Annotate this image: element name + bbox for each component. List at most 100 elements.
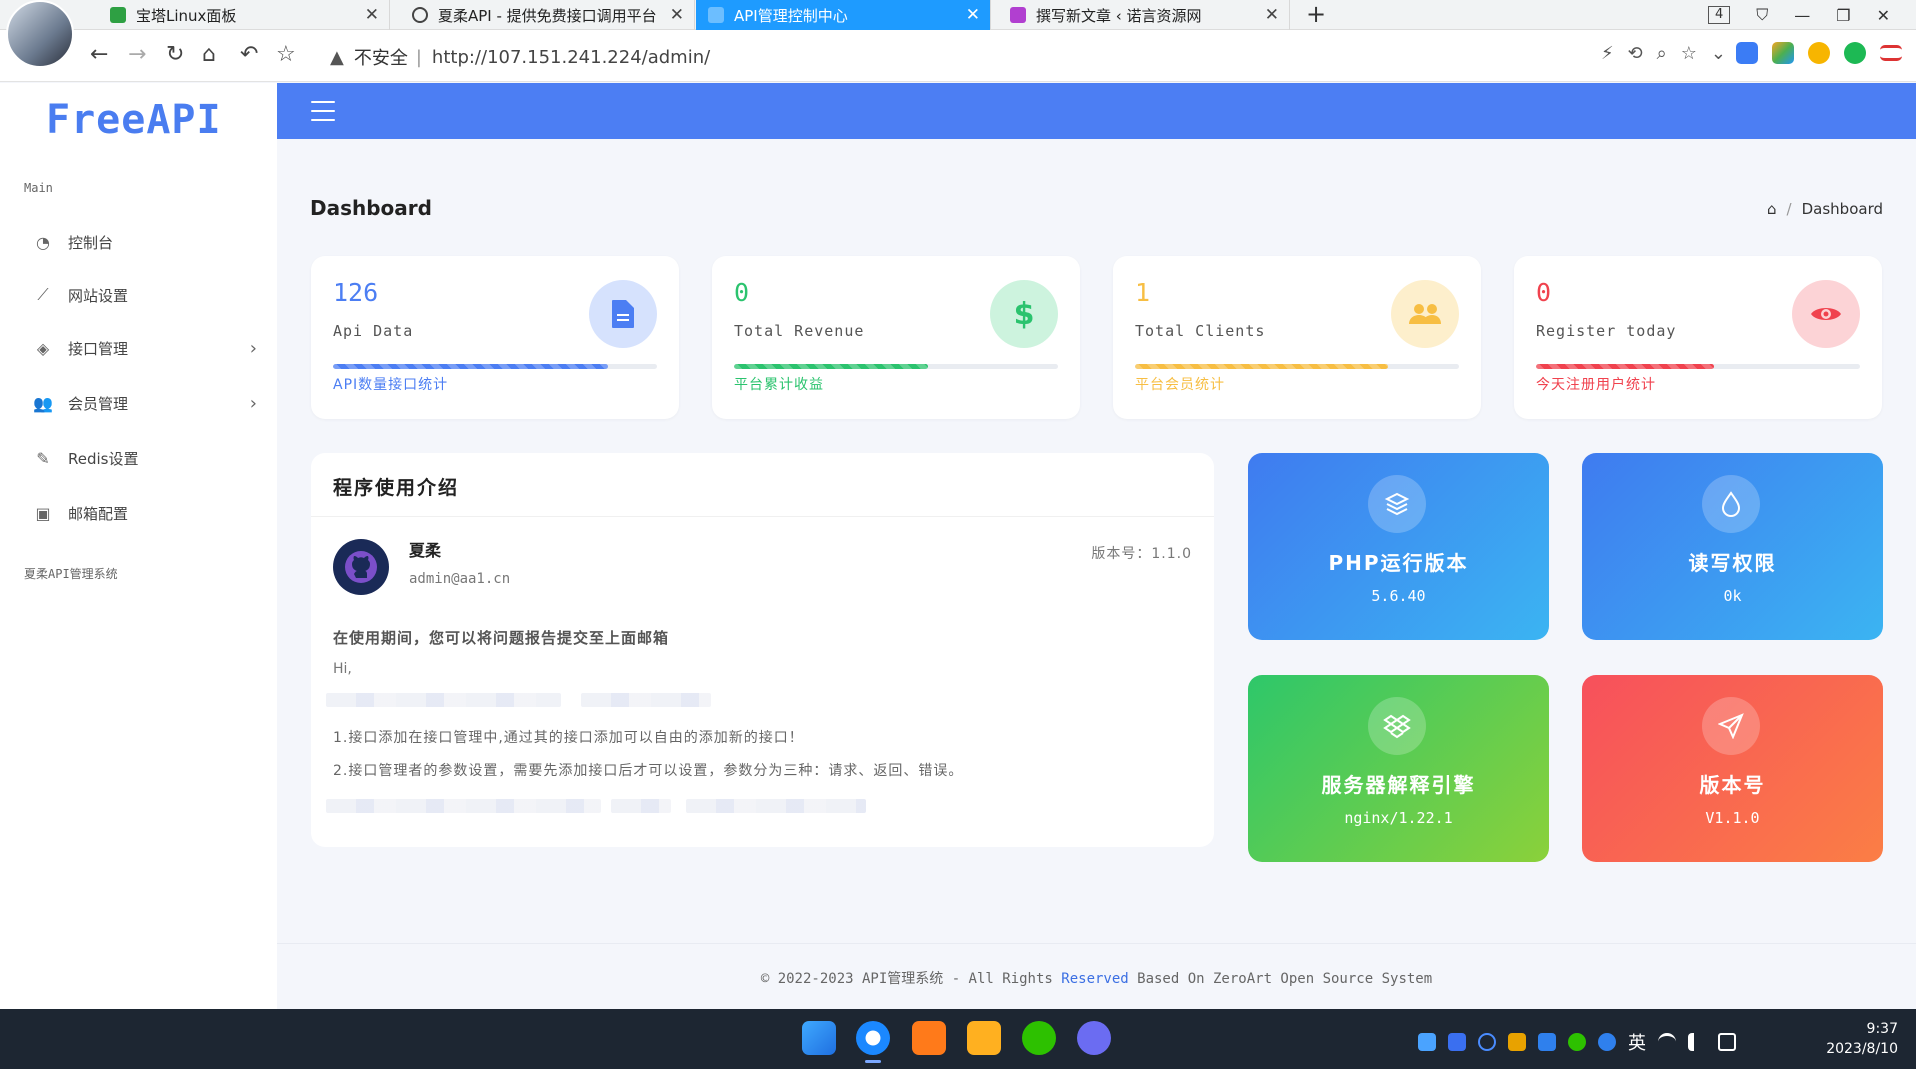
baota-favicon-icon (110, 7, 126, 23)
document-icon (589, 280, 657, 348)
bluetooth-icon[interactable] (1598, 1033, 1616, 1051)
new-tab-icon[interactable]: + (1306, 0, 1326, 28)
translate-icon[interactable] (1736, 42, 1758, 64)
tile-value: 5.6.40 (1371, 587, 1426, 605)
dashboard-icon: ◔ (36, 232, 50, 252)
users-icon: 👥 (33, 393, 53, 413)
close-icon[interactable]: ✕ (365, 5, 379, 25)
footer-prefix: © 2022-2023 API管理系统 - All Rights (760, 971, 1062, 987)
123-tray-icon[interactable] (1448, 1033, 1466, 1051)
card-title: 程序使用介绍 (333, 477, 460, 499)
volume-icon[interactable] (1688, 1033, 1706, 1051)
stat-progress-track (1536, 364, 1860, 369)
sidebar-item-label: 网站设置 (68, 286, 129, 305)
browser-tab-xiarou[interactable]: 夏柔API - 提供免费接口调用平台 ✕ (400, 0, 695, 30)
stat-progress-track (333, 364, 657, 369)
sidebar-item-redis[interactable]: ✎ Redis设置 (32, 443, 257, 473)
dollar-icon: $ (990, 280, 1058, 348)
sidebar-item-console[interactable]: ◔ 控制台 (32, 227, 257, 257)
layers-icon (1368, 475, 1426, 533)
sidebar-section-main: Main (24, 181, 53, 195)
sidebar-item-label: Redis设置 (68, 449, 139, 468)
sidebar-item-members[interactable]: 👥 会员管理 › (32, 388, 257, 418)
intro-headline: 在使用期间，您可以将问题报告提交至上面邮箱 (333, 629, 670, 647)
blurred-text (326, 693, 561, 707)
sidebar-item-label: 接口管理 (68, 339, 129, 358)
zoom-icon[interactable]: ⌕ (1657, 43, 1667, 64)
send-icon (1702, 697, 1760, 755)
tile-title: 读写权限 (1688, 551, 1777, 575)
minimize-icon[interactable]: — (1794, 6, 1810, 25)
tile-value: V1.1.0 (1705, 809, 1760, 827)
stat-label: Api Data (333, 322, 414, 340)
reload-icon[interactable]: ↻ (166, 42, 184, 68)
bookmark-star-icon[interactable]: ☆ (276, 42, 296, 68)
sidebar-item-site-settings[interactable]: ⟋ 网站设置 (32, 280, 257, 310)
apps-grid-icon[interactable] (1772, 42, 1794, 64)
taskbar-clock[interactable]: 9:37 2023/8/10 (1826, 1019, 1898, 1059)
windows-start-icon[interactable] (802, 1021, 836, 1055)
author-email[interactable]: admin@aa1.cn (409, 571, 510, 587)
browser-app-icon[interactable] (856, 1021, 890, 1063)
github-avatar-icon (333, 539, 389, 595)
users-icon (1391, 280, 1459, 348)
app-tray-icon[interactable] (1538, 1033, 1556, 1051)
stat-value: 1 (1135, 278, 1151, 307)
undo-icon[interactable]: ↶ (240, 42, 258, 68)
mailbox-icon: ▣ (35, 503, 51, 523)
wifi-icon[interactable] (1658, 1033, 1676, 1051)
layers-icon: ◈ (36, 338, 50, 358)
share-icon[interactable]: ⟲ (1628, 43, 1643, 64)
tab-count-badge[interactable]: 4 (1708, 6, 1731, 24)
home-icon[interactable]: ⌂ (1767, 200, 1777, 218)
stat-card-register-today: 0 Register today 今天注册用户统计 (1514, 256, 1882, 419)
system-tray: 英 (1418, 1029, 1736, 1055)
api-favicon-icon (708, 7, 724, 23)
footer-link[interactable]: Reserved (1061, 971, 1128, 987)
stat-progress-track (1135, 364, 1459, 369)
presentation-app-icon[interactable] (967, 1021, 1001, 1055)
url-field[interactable]: ▲ 不安全 | http://107.151.241.224/admin/ (330, 44, 710, 70)
favorite-icon[interactable]: ☆ (1681, 43, 1697, 64)
battery-icon[interactable] (1718, 1033, 1736, 1051)
lightning-icon[interactable]: ⚡ (1601, 43, 1614, 64)
page-title: Dashboard (310, 196, 432, 220)
forward-icon[interactable]: → (128, 42, 146, 68)
browser-tab-api-admin[interactable]: API管理控制中心 ✕ (696, 0, 991, 30)
shield-tray-icon[interactable] (1508, 1033, 1526, 1051)
chevron-down-icon[interactable]: ⌄ (1711, 43, 1726, 64)
globe-favicon-icon (412, 7, 428, 23)
wechat-icon[interactable] (1022, 1021, 1056, 1055)
wechat-tray-icon[interactable] (1568, 1033, 1586, 1051)
menu-icon[interactable] (1880, 45, 1902, 61)
clock-date: 2023/8/10 (1826, 1041, 1898, 1057)
browser-tab-nuoyan[interactable]: 撰写新文章 ‹ 诺言资源网 ✕ (998, 0, 1290, 30)
restore-icon[interactable]: ❐ (1836, 6, 1850, 25)
tab-title: 夏柔API - 提供免费接口调用平台 (438, 6, 657, 25)
sidebar-item-label: 邮箱配置 (68, 504, 129, 523)
close-window-icon[interactable]: ✕ (1877, 6, 1890, 25)
cloud-tray-icon[interactable] (1418, 1033, 1436, 1051)
browser-tab-baota[interactable]: 宝塔Linux面板 ✕ (98, 0, 390, 30)
chevron-right-icon: › (249, 392, 257, 414)
sidebar-item-mail-config[interactable]: ▣ 邮箱配置 (32, 498, 257, 528)
sidebar-item-api-management[interactable]: ◈ 接口管理 › (32, 333, 257, 363)
hamburger-menu-icon[interactable] (311, 101, 335, 121)
back-icon[interactable]: ← (90, 42, 108, 68)
user-avatar[interactable] (6, 0, 74, 68)
ime-indicator[interactable]: 英 (1628, 1029, 1646, 1055)
eye-icon (1792, 280, 1860, 348)
stat-value: 0 (734, 278, 750, 307)
sync-tray-icon[interactable] (1478, 1033, 1496, 1051)
close-icon[interactable]: ✕ (670, 5, 684, 25)
circle-app-icon[interactable] (1077, 1021, 1111, 1055)
night-mode-icon[interactable] (1808, 42, 1830, 64)
close-icon[interactable]: ✕ (966, 5, 980, 25)
chart-app-icon[interactable] (912, 1021, 946, 1055)
home-icon[interactable]: ⌂ (202, 42, 216, 68)
shirt-icon[interactable]: ⛉ (1756, 5, 1768, 25)
download-icon[interactable] (1844, 42, 1866, 64)
stat-progress-fill (1536, 364, 1715, 369)
app-logo[interactable]: FreeAPI (46, 97, 222, 143)
close-icon[interactable]: ✕ (1265, 5, 1279, 25)
